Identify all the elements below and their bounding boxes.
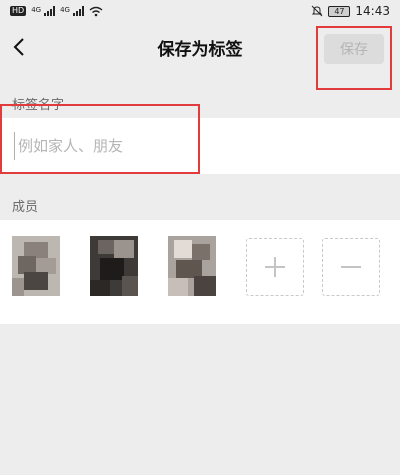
minus-icon <box>341 266 361 268</box>
top-bar: 保存为标签 保存 <box>0 22 400 90</box>
member-avatar[interactable] <box>90 236 138 296</box>
signal-icon-2 <box>72 6 84 16</box>
member-avatar[interactable] <box>12 236 60 296</box>
name-highlight-box <box>0 104 200 174</box>
remove-member-button[interactable] <box>322 238 380 296</box>
add-member-button[interactable] <box>246 238 304 296</box>
battery-level: 47 <box>334 6 345 16</box>
battery-icon: 47 <box>328 5 351 17</box>
plus-icon <box>265 257 285 277</box>
member-avatar[interactable] <box>168 236 216 296</box>
status-bar: HD 4G 4G 47 14:43 <box>0 0 400 22</box>
network-label-1: 4G <box>31 5 42 14</box>
hd-badge: HD <box>10 6 27 16</box>
network-label-2: 4G <box>60 5 70 14</box>
status-left: HD 4G 4G <box>10 6 103 17</box>
members-label: 成员 <box>12 200 39 215</box>
wifi-icon <box>89 6 103 16</box>
clock: 14:43 <box>355 4 390 18</box>
status-right: 47 14:43 <box>311 4 390 18</box>
save-button[interactable]: 保存 <box>324 34 384 64</box>
bell-muted-icon <box>312 5 323 17</box>
signal-icon <box>44 6 56 16</box>
